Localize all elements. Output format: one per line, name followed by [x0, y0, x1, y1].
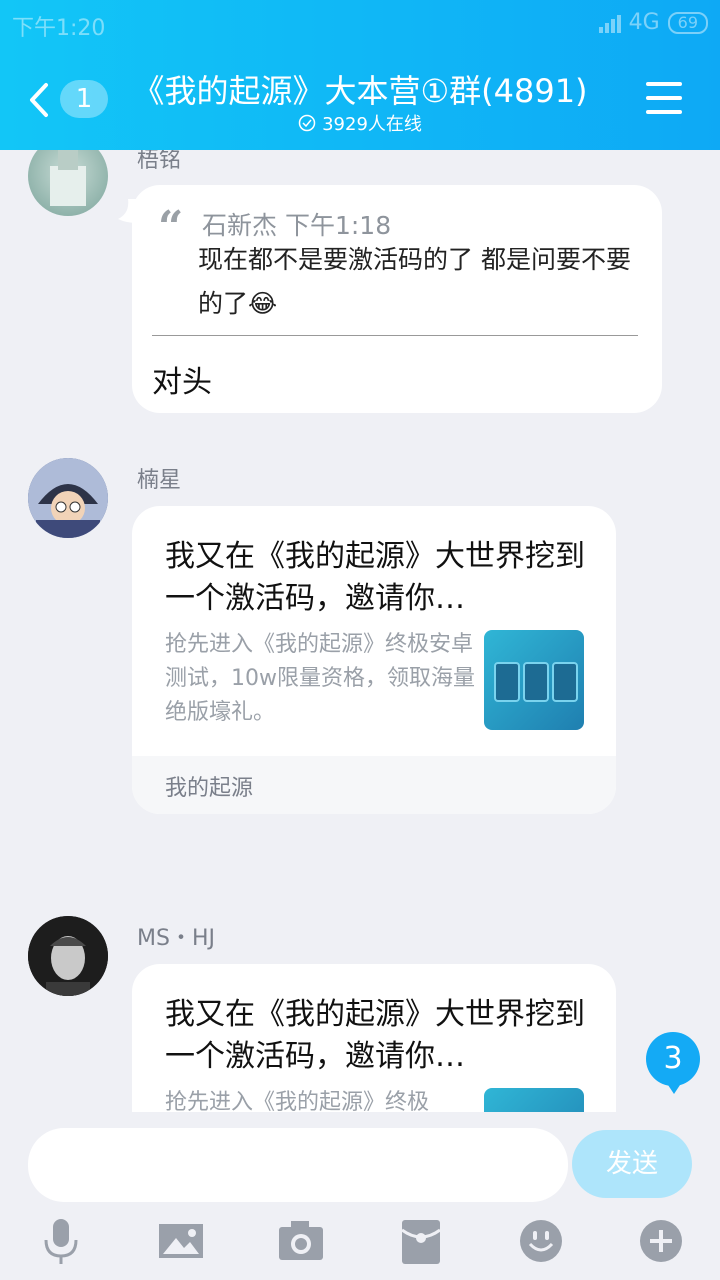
quote-icon: “: [158, 202, 184, 253]
emoji-icon[interactable]: [516, 1216, 566, 1266]
composer: 发送: [0, 1112, 720, 1280]
camera-icon[interactable]: [276, 1216, 326, 1266]
quote-time: 下午1:18: [284, 211, 392, 240]
reply-text: 对头: [152, 365, 212, 400]
menu-button[interactable]: [646, 82, 682, 114]
message-list[interactable]: 梧铭 “ 石新杰 下午1:18 现在都不是要激活码的了 都是问要不要的了😂 对头…: [0, 150, 720, 1112]
avatar[interactable]: [28, 458, 108, 538]
card-thumbnail: [484, 630, 584, 730]
signal-icon: [598, 13, 621, 33]
microphone-icon[interactable]: [36, 1216, 86, 1266]
online-check-icon: [298, 114, 316, 132]
card-thumbnail: [484, 1088, 584, 1112]
card-title: 我又在《我的起源》大世界挖到一个激活码，邀请你…: [165, 539, 585, 616]
chat-header: 下午1:20 4G 69 1 《我的起源》大本营①群(4891) 3929人在线: [0, 0, 720, 150]
online-count: 3929人在线: [120, 110, 600, 136]
battery-icon: 69: [667, 11, 708, 34]
quoted-message: 现在都不是要激活码的了 都是问要不要的了😂: [198, 245, 631, 318]
avatar[interactable]: [28, 916, 108, 996]
share-card[interactable]: 我又在《我的起源》大世界挖到一个激活码，邀请你… 抢先进入《我的起源》终极安卓测…: [132, 506, 616, 814]
sender-name: 楠星: [137, 468, 182, 493]
quote-header: 石新杰 下午1:18: [202, 206, 391, 242]
status-indicators: 4G 69: [598, 10, 708, 35]
unread-count: 1: [60, 80, 108, 118]
chevron-left-icon: [30, 83, 48, 117]
red-packet-icon[interactable]: [396, 1216, 446, 1266]
card-description: 抢先进入《我的起源》终极: [165, 1090, 430, 1112]
plus-icon[interactable]: [636, 1216, 686, 1266]
network-type: 4G: [628, 10, 660, 35]
message-input[interactable]: [28, 1128, 568, 1202]
card-footer: 我的起源: [132, 756, 616, 814]
send-button[interactable]: 发送: [572, 1130, 692, 1198]
group-title: 《我的起源》大本营①群(4891): [132, 72, 588, 110]
card-description: 抢先进入《我的起源》终极安卓测试，10w限量资格，领取海量绝版壕礼。: [165, 632, 475, 725]
sender-name: 梧铭: [137, 150, 182, 173]
avatar[interactable]: [28, 150, 108, 216]
new-messages-badge[interactable]: 3: [646, 1032, 700, 1094]
quote-author: 石新杰: [202, 211, 278, 240]
back-button[interactable]: 1: [28, 78, 118, 122]
input-toolbar: [0, 1216, 720, 1266]
card-title: 我又在《我的起源》大世界挖到一个激活码，邀请你…: [165, 997, 585, 1074]
status-bar: 下午1:20 4G 69: [12, 10, 708, 41]
share-card[interactable]: 我又在《我的起源》大世界挖到一个激活码，邀请你… 抢先进入《我的起源》终极: [132, 964, 616, 1112]
sender-name: MS・HJ: [137, 926, 215, 951]
status-time: 下午1:20: [12, 16, 106, 41]
online-label: 3929人在线: [322, 114, 422, 135]
card-source: 我的起源: [165, 776, 254, 801]
image-icon[interactable]: [156, 1216, 206, 1266]
quote-divider: [152, 335, 638, 336]
